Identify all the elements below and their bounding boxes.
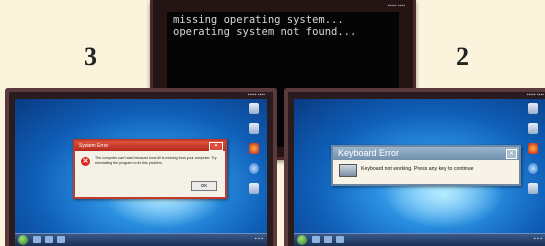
dialog-title: System Error: [79, 143, 109, 149]
dialog-title: Keyboard Error: [338, 148, 400, 158]
user-folder-icon[interactable]: [249, 103, 259, 114]
start-button[interactable]: [18, 235, 28, 245]
media-player-icon[interactable]: [528, 143, 538, 154]
dialog-message: The computer can't start because boot.dl…: [95, 156, 217, 165]
computer-icon[interactable]: [249, 183, 259, 194]
system-tray[interactable]: ▪ ▪ ▪: [534, 236, 542, 242]
windows-desktop: System Error ✕ ✕ The computer can't star…: [15, 99, 267, 246]
browser-icon[interactable]: [249, 163, 259, 174]
taskbar-browser-icon[interactable]: [45, 236, 53, 243]
browser-icon[interactable]: [528, 163, 538, 174]
taskbar-media-icon[interactable]: [336, 236, 344, 243]
user-folder-icon[interactable]: [528, 103, 538, 114]
left-monitor: ▪▪▪▪▪ ▪▪▪▪ System Error ✕ ✕ The computer…: [5, 88, 277, 246]
boot-message-line-1: missing operating system...: [173, 14, 344, 26]
taskbar: ▪ ▪ ▪: [15, 233, 267, 246]
system-tray[interactable]: ▪ ▪ ▪: [255, 236, 263, 242]
computer-icon[interactable]: [528, 183, 538, 194]
monitor-brand-logo: ▪▪▪▪▪ ▪▪▪▪: [247, 92, 265, 98]
ok-button[interactable]: OK: [191, 181, 217, 191]
step-number-3: 3: [84, 42, 97, 71]
boot-message-line-2: operating system not found...: [173, 26, 357, 38]
media-player-icon[interactable]: [249, 143, 259, 154]
monitor-brand-logo: ▪▪▪▪▪ ▪▪▪▪: [387, 3, 405, 9]
start-button[interactable]: [297, 235, 307, 245]
taskbar: ▪ ▪ ▪: [294, 233, 545, 246]
step-number-2: 2: [456, 42, 469, 71]
taskbar-explorer-icon[interactable]: [33, 236, 41, 243]
windows-desktop: Keyboard Error ✕ Keyboard not working. P…: [294, 99, 545, 246]
taskbar-media-icon[interactable]: [57, 236, 65, 243]
keyboard-icon: [339, 164, 357, 177]
dialog-message: Keyboard not working. Press any key to c…: [361, 166, 474, 172]
close-icon[interactable]: ✕: [506, 149, 517, 159]
monitor-brand-logo: ▪▪▪▪▪ ▪▪▪▪: [526, 92, 544, 98]
right-monitor: ▪▪▪▪▪ ▪▪▪▪ Keyboard Error ✕ Keyboard not…: [284, 88, 545, 246]
recycle-bin-icon[interactable]: [528, 123, 538, 134]
close-icon[interactable]: ✕: [209, 142, 223, 151]
keyboard-error-dialog: Keyboard Error ✕ Keyboard not working. P…: [331, 145, 521, 186]
error-icon: ✕: [81, 157, 90, 166]
system-error-dialog: System Error ✕ ✕ The computer can't star…: [73, 139, 227, 199]
taskbar-explorer-icon[interactable]: [312, 236, 320, 243]
recycle-bin-icon[interactable]: [249, 123, 259, 134]
taskbar-browser-icon[interactable]: [324, 236, 332, 243]
